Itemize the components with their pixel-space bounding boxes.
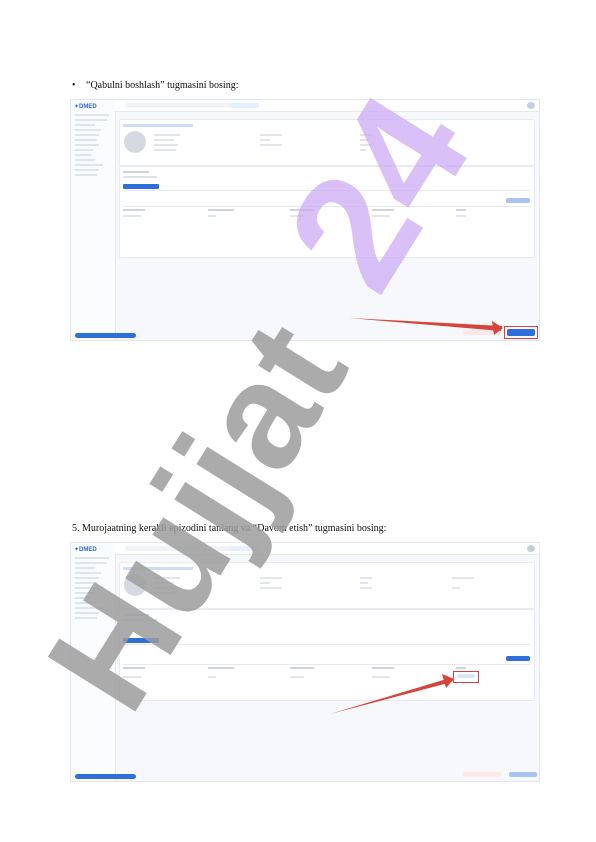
arrow-overlay-2 <box>330 674 454 714</box>
arrow-shaft <box>330 678 452 714</box>
